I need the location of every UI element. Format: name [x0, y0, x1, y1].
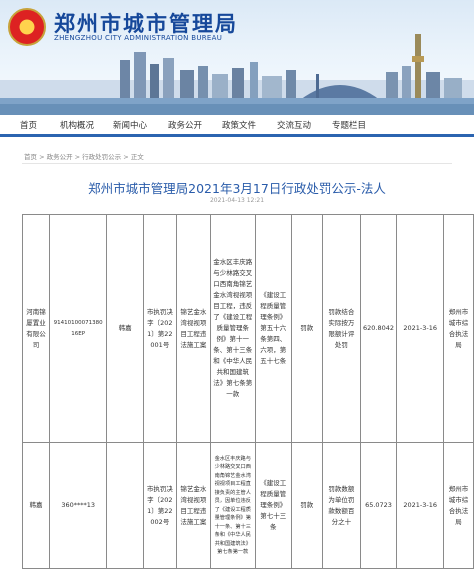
- emblem-icon: [8, 8, 46, 46]
- nav-item-interaction[interactable]: 交流互动: [277, 119, 311, 131]
- penalty-type-cell: 罚款: [290, 214, 323, 443]
- divider: [22, 163, 452, 164]
- site-subtitle: ZHENGZHOU CITY ADMINISTRATION BUREAU: [54, 34, 223, 42]
- decision-number-cell: 市执罚决字〔2021〕第22001号: [142, 214, 177, 443]
- violation-facts-cell: 金水区丰庆路与少林路交叉口西南角锦艺金水湾视视项目工程直接负责的主管人员，因单位…: [209, 442, 256, 569]
- table-row: 河南锦厦置业有限公司 91410100071380​16EP 韩嘉 市执罚决字〔…: [22, 214, 474, 443]
- penalty-table: 河南锦厦置业有限公司 91410100071380​16EP 韩嘉 市执罚决字〔…: [22, 214, 474, 569]
- case-name-cell: 锦艺金水湾视视项目工程违法施工案: [175, 214, 211, 443]
- nav-item-about[interactable]: 机构概况: [60, 119, 94, 131]
- credit-code-cell: 360****13: [48, 442, 108, 569]
- case-name-cell: 锦艺金水湾视视项目工程违法施工案: [175, 442, 211, 569]
- nav-item-gov-affairs[interactable]: 政务公开: [168, 119, 202, 131]
- penalty-type-cell: 罚款: [290, 442, 323, 569]
- legal-rep-cell: 韩嘉: [106, 214, 144, 443]
- authority-cell: 郑州市城市综合执法局: [443, 214, 474, 443]
- decision-number-cell: 市执罚决字〔2021〕第22002号: [142, 442, 177, 569]
- nav-item-news[interactable]: 新闻中心: [113, 119, 147, 131]
- authority-cell: 郑州市城市综合执法局: [443, 442, 474, 569]
- amount-cell: 65.0723: [359, 442, 398, 569]
- decision-date-cell: 2021-3-16: [396, 442, 445, 569]
- penalty-content-cell: 罚款数额为单位罚款数额百分之十: [321, 442, 361, 569]
- penalty-content-cell: 罚款结合实际按万限额计评处罚: [321, 214, 361, 443]
- party-name-cell: 韩嘉: [22, 442, 50, 569]
- legal-basis-cell: 《建设工程质量管理条例》第七十三条: [254, 442, 292, 569]
- credit-code-cell: 91410100071380​16EP: [48, 214, 108, 443]
- decision-date-cell: 2021-3-16: [396, 214, 445, 443]
- nav-item-home[interactable]: 首页: [20, 119, 37, 131]
- violation-facts-cell: 金水区丰庆路与少林路交叉口西南角锦艺金水湾视视项目工程，违反了《建设工程质量管理…: [209, 214, 256, 443]
- legal-basis-cell: 《建设工程质量管理条例》第五十六条第四、六项，第五十七条: [254, 214, 292, 443]
- breadcrumb[interactable]: 首页 > 政务公开 > 行政处罚公示 > 正文: [24, 151, 144, 161]
- page-title: 郑州市城市管理局2021年3月17日行政处罚公示-法人: [88, 181, 386, 196]
- nav-item-policy[interactable]: 政策文件: [222, 119, 256, 131]
- amount-cell: 620.8042: [359, 214, 398, 443]
- party-name-cell: 河南锦厦置业有限公司: [22, 214, 50, 443]
- publish-date: 2021-04-13 12:21: [209, 197, 265, 204]
- main-nav: 首页 机构概况 新闻中心 政务公开 政策文件 交流互动 专题栏目: [0, 115, 474, 137]
- legal-rep-cell: [106, 442, 144, 569]
- table-row: 韩嘉 360****13 市执罚决字〔2021〕第22002号 锦艺金水湾视视项…: [22, 442, 474, 569]
- site-header: 郑州市城市管理局 ZHENGZHOU CITY ADMINISTRATION B…: [0, 0, 474, 115]
- nav-item-topics[interactable]: 专题栏目: [332, 119, 366, 131]
